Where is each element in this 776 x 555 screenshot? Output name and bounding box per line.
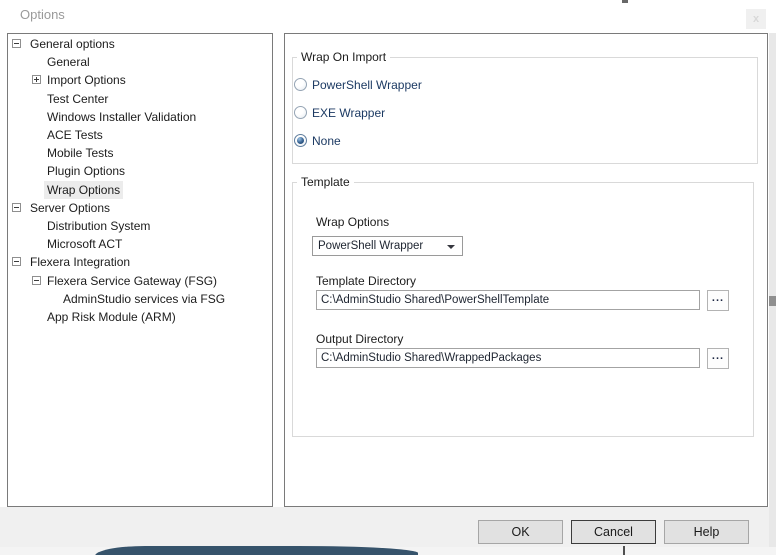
tree-item-wrap-options[interactable]: Wrap Options bbox=[8, 181, 272, 199]
background-blue-shape bbox=[95, 546, 418, 555]
radio-option-label[interactable]: EXE Wrapper bbox=[312, 106, 385, 120]
tree-item-app-risk-module-arm[interactable]: App Risk Module (ARM) bbox=[8, 308, 272, 326]
tree-item-label[interactable]: App Risk Module (ARM) bbox=[44, 308, 179, 326]
window-title: Options bbox=[20, 7, 65, 22]
options-dialog: Options x General optionsGeneralImport O… bbox=[0, 0, 776, 555]
tree-item-label[interactable]: Flexera Integration bbox=[27, 253, 133, 271]
help-button[interactable]: Help bbox=[664, 520, 749, 544]
tree-item-label[interactable]: Wrap Options bbox=[44, 181, 123, 199]
tree-item-plugin-options[interactable]: Plugin Options bbox=[8, 162, 272, 180]
tree-item-label[interactable]: AdminStudio services via FSG bbox=[60, 290, 228, 308]
tree-item-distribution-system[interactable]: Distribution System bbox=[8, 217, 272, 235]
dialog-footer bbox=[0, 507, 776, 547]
tree-item-ace-tests[interactable]: ACE Tests bbox=[8, 126, 272, 144]
close-icon[interactable]: x bbox=[746, 9, 766, 29]
background-top-mark bbox=[622, 0, 628, 3]
tree-item-windows-installer-validation[interactable]: Windows Installer Validation bbox=[8, 108, 272, 126]
radio-unselected-icon[interactable] bbox=[294, 106, 307, 119]
chevron-down-icon bbox=[447, 245, 455, 249]
tree-item-server-options[interactable]: Server Options bbox=[8, 199, 272, 217]
tree-item-mobile-tests[interactable]: Mobile Tests bbox=[8, 144, 272, 162]
collapse-minus-icon[interactable] bbox=[12, 257, 21, 266]
wrap-options-dropdown-value: PowerShell Wrapper bbox=[318, 240, 423, 252]
output-directory-browse-button[interactable]: ... bbox=[707, 348, 729, 369]
tree-item-import-options[interactable]: Import Options bbox=[8, 71, 272, 89]
tree-item-test-center[interactable]: Test Center bbox=[8, 90, 272, 108]
collapse-minus-icon[interactable] bbox=[12, 203, 21, 212]
tree-item-general-options[interactable]: General options bbox=[8, 35, 272, 53]
background-divider-line bbox=[623, 546, 625, 555]
settings-tree: General optionsGeneralImport OptionsTest… bbox=[7, 33, 273, 507]
template-group-label: Template bbox=[297, 175, 354, 189]
tree-item-label[interactable]: Import Options bbox=[44, 71, 129, 89]
output-directory-input[interactable] bbox=[316, 348, 700, 368]
tree-item-label[interactable]: Server Options bbox=[27, 199, 113, 217]
tree-item-adminstudio-services-via-fsg[interactable]: AdminStudio services via FSG bbox=[8, 290, 272, 308]
collapse-minus-icon[interactable] bbox=[32, 276, 41, 285]
cancel-button[interactable]: Cancel bbox=[571, 520, 656, 544]
wrap-on-import-group-label: Wrap On Import bbox=[297, 50, 390, 64]
radio-option-label[interactable]: PowerShell Wrapper bbox=[312, 78, 422, 92]
radio-selected-icon[interactable] bbox=[294, 134, 307, 147]
wrap-options-dropdown[interactable]: PowerShell Wrapper bbox=[312, 236, 463, 256]
collapse-minus-icon[interactable] bbox=[12, 39, 21, 48]
tree-item-general[interactable]: General bbox=[8, 53, 272, 71]
tree-item-label[interactable]: Windows Installer Validation bbox=[44, 108, 199, 126]
expand-plus-icon[interactable] bbox=[32, 75, 41, 84]
background-scrollbar-mark bbox=[769, 296, 776, 306]
template-directory-label: Template Directory bbox=[316, 274, 416, 288]
tree-item-flexera-integration[interactable]: Flexera Integration bbox=[8, 253, 272, 271]
background-window-strip bbox=[769, 33, 776, 555]
tree-item-label[interactable]: Mobile Tests bbox=[44, 144, 116, 162]
radio-option-label[interactable]: None bbox=[312, 134, 341, 148]
tree-item-label[interactable]: General bbox=[44, 53, 93, 71]
wrap-options-label: Wrap Options bbox=[316, 215, 389, 229]
tree-item-label[interactable]: Test Center bbox=[44, 90, 111, 108]
tree-item-label[interactable]: ACE Tests bbox=[44, 126, 106, 144]
template-directory-browse-button[interactable]: ... bbox=[707, 290, 729, 311]
ok-button[interactable]: OK bbox=[478, 520, 563, 544]
output-directory-label: Output Directory bbox=[316, 332, 403, 346]
tree-item-label[interactable]: Plugin Options bbox=[44, 162, 128, 180]
tree-item-label[interactable]: Distribution System bbox=[44, 217, 153, 235]
tree-item-label[interactable]: General options bbox=[27, 35, 118, 53]
tree-item-label[interactable]: Flexera Service Gateway (FSG) bbox=[44, 272, 220, 290]
tree-item-microsoft-act[interactable]: Microsoft ACT bbox=[8, 235, 272, 253]
tree-item-label[interactable]: Microsoft ACT bbox=[44, 235, 125, 253]
tree-item-flexera-service-gateway-fsg[interactable]: Flexera Service Gateway (FSG) bbox=[8, 272, 272, 290]
radio-unselected-icon[interactable] bbox=[294, 78, 307, 91]
template-directory-input[interactable] bbox=[316, 290, 700, 310]
